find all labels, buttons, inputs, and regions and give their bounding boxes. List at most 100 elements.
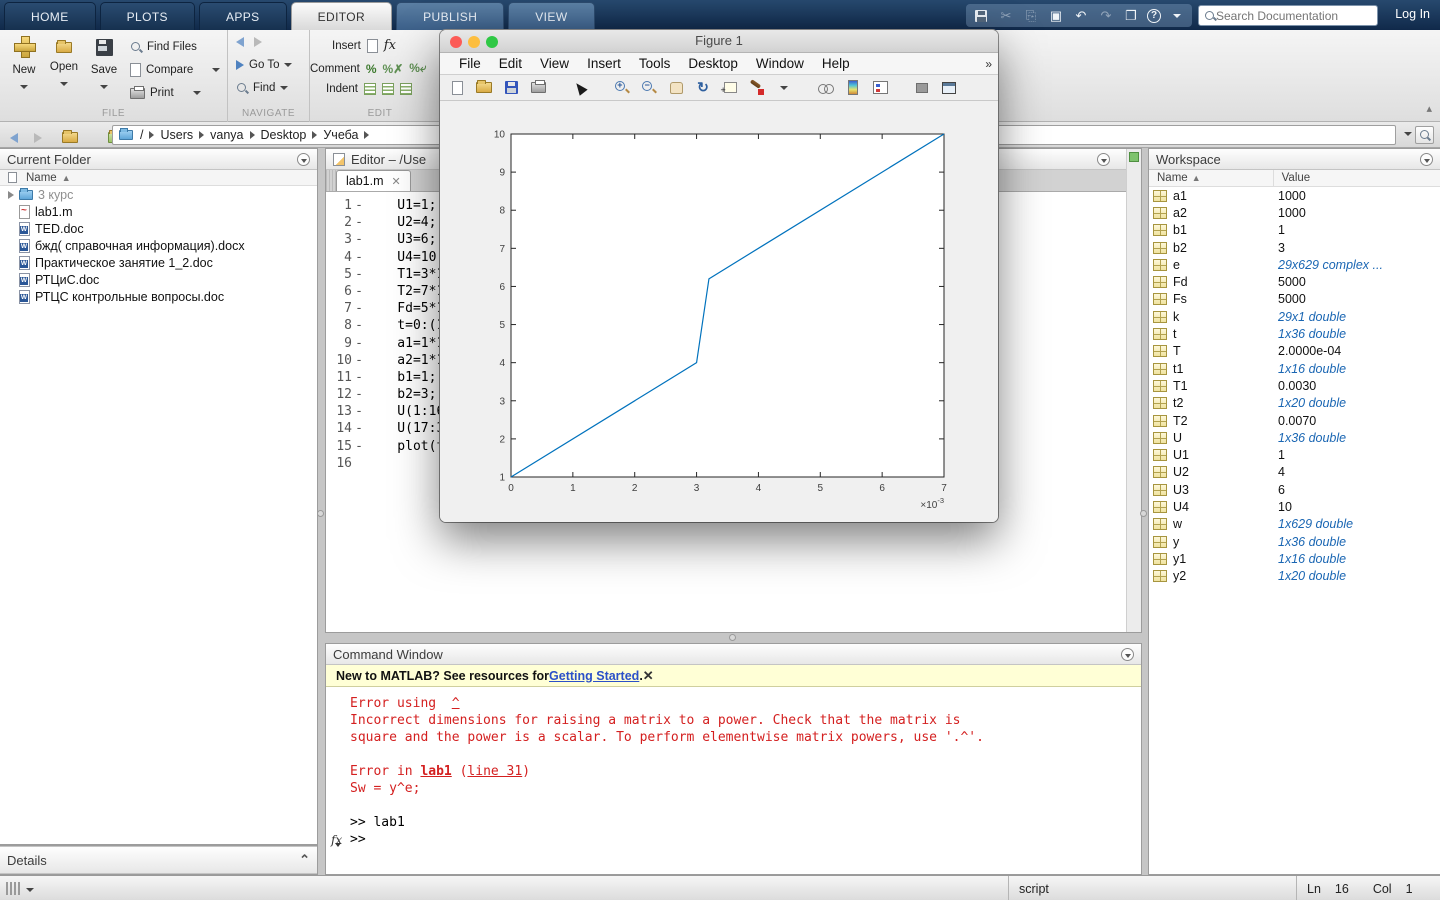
fx-prompt-icon[interactable]: fx bbox=[331, 832, 342, 849]
list-item[interactable]: lab1.m bbox=[0, 203, 317, 220]
banner-close-icon[interactable]: ✕ bbox=[643, 669, 654, 682]
print-button[interactable]: Print bbox=[130, 84, 201, 102]
ws-value-column-header[interactable]: Value bbox=[1273, 170, 1311, 187]
file-type-column-icon[interactable] bbox=[8, 172, 17, 183]
getting-started-link[interactable]: Getting Started bbox=[549, 669, 639, 683]
breadcrumb-segment[interactable]: vanya bbox=[210, 128, 243, 142]
paste-icon[interactable]: ▣ bbox=[1047, 8, 1065, 24]
link-plot-icon[interactable] bbox=[817, 79, 835, 97]
open-dropdown-icon[interactable] bbox=[60, 82, 68, 86]
goto-dropdown-icon[interactable] bbox=[284, 63, 292, 67]
error-link[interactable]: ^ bbox=[452, 696, 460, 711]
redo-icon[interactable]: ↷ bbox=[1097, 8, 1115, 24]
indent-right-icon[interactable] bbox=[382, 83, 394, 95]
table-row[interactable]: w1x629 double bbox=[1149, 516, 1440, 533]
table-row[interactable]: y11x16 double bbox=[1149, 550, 1440, 567]
zoom-window-icon[interactable] bbox=[486, 36, 498, 48]
menu-view[interactable]: View bbox=[531, 56, 578, 71]
tab-view[interactable]: VIEW bbox=[508, 2, 594, 30]
table-row[interactable]: b23 bbox=[1149, 239, 1440, 256]
table-row[interactable]: e29x629 complex ... bbox=[1149, 256, 1440, 273]
error-link[interactable]: lab1 bbox=[420, 764, 451, 779]
print-figure-icon[interactable] bbox=[529, 79, 547, 97]
brush-icon[interactable] bbox=[748, 79, 766, 97]
save-dropdown-icon[interactable] bbox=[100, 85, 108, 89]
table-row[interactable]: U24 bbox=[1149, 464, 1440, 481]
editor-scrollbar[interactable] bbox=[1126, 149, 1141, 632]
list-item[interactable]: 3 курс bbox=[0, 186, 317, 203]
new-dropdown-icon[interactable] bbox=[20, 85, 28, 89]
table-row[interactable]: U36 bbox=[1149, 481, 1440, 498]
goto-button[interactable]: Go To bbox=[236, 59, 292, 71]
insert-legend-icon[interactable] bbox=[871, 79, 889, 97]
expand-icon[interactable] bbox=[8, 191, 14, 199]
path-search-button[interactable] bbox=[1415, 126, 1434, 144]
close-window-icon[interactable] bbox=[450, 36, 462, 48]
search-input[interactable] bbox=[1216, 9, 1366, 23]
print-dropdown-icon[interactable] bbox=[193, 91, 201, 95]
right-splitter-handle[interactable] bbox=[1140, 510, 1147, 517]
undo-icon[interactable]: ↶ bbox=[1072, 8, 1090, 24]
table-row[interactable]: k29x1 double bbox=[1149, 308, 1440, 325]
table-row[interactable]: t1x36 double bbox=[1149, 325, 1440, 342]
forward-icon[interactable] bbox=[254, 37, 262, 47]
table-row[interactable]: t11x16 double bbox=[1149, 360, 1440, 377]
statusbar-grip-dropdown-icon[interactable] bbox=[26, 888, 34, 892]
minimize-window-icon[interactable] bbox=[468, 36, 480, 48]
command-window-menu-icon[interactable] bbox=[1121, 648, 1134, 661]
breadcrumb-segment[interactable]: / bbox=[140, 128, 143, 142]
figure-title-bar[interactable]: Figure 1 bbox=[440, 30, 998, 53]
insert-colorbar-icon[interactable] bbox=[844, 79, 862, 97]
name-column-header[interactable]: Name bbox=[26, 172, 57, 184]
tab-publish[interactable]: PUBLISH bbox=[396, 2, 504, 30]
find-button[interactable]: Find bbox=[236, 82, 288, 94]
menu-desktop[interactable]: Desktop bbox=[679, 56, 747, 71]
save-icon[interactable] bbox=[972, 8, 990, 24]
table-row[interactable]: Fd5000 bbox=[1149, 273, 1440, 290]
figure-window[interactable]: Figure 1 FileEditViewInsertToolsDesktopW… bbox=[440, 30, 998, 522]
back-icon[interactable] bbox=[236, 37, 244, 47]
menu-tools[interactable]: Tools bbox=[630, 56, 680, 71]
collapse-ribbon-button[interactable]: ▴ bbox=[1426, 102, 1432, 115]
smart-indent-icon[interactable] bbox=[364, 83, 376, 95]
list-item[interactable]: РТЦС контрольные вопросы.doc bbox=[0, 288, 317, 305]
save-figure-icon[interactable] bbox=[502, 79, 520, 97]
editor-menu-icon[interactable] bbox=[1097, 153, 1110, 166]
nav-forward-icon[interactable] bbox=[34, 130, 42, 148]
menu-file[interactable]: File bbox=[450, 56, 490, 71]
table-row[interactable]: U410 bbox=[1149, 498, 1440, 515]
breadcrumb-segment[interactable]: Desktop bbox=[261, 128, 307, 142]
error-link[interactable]: line 31 bbox=[467, 764, 522, 779]
save-button[interactable]: Save bbox=[84, 36, 124, 94]
arrow-cursor-icon[interactable] bbox=[571, 79, 589, 97]
menu-insert[interactable]: Insert bbox=[578, 56, 630, 71]
find-files-button[interactable]: Find Files bbox=[130, 38, 197, 56]
nav-back-icon[interactable] bbox=[10, 130, 18, 148]
cut-icon[interactable]: ✂ bbox=[997, 8, 1015, 24]
command-output[interactable]: Error using ^Incorrect dimensions for ra… bbox=[326, 687, 1141, 848]
workspace-menu-icon[interactable] bbox=[1420, 153, 1433, 166]
editor-message-indicator[interactable] bbox=[1129, 152, 1139, 162]
editor-tab-lab1[interactable]: lab1.m ✕ bbox=[336, 170, 411, 191]
menu-window[interactable]: Window bbox=[747, 56, 813, 71]
editor-tab-grip[interactable] bbox=[326, 170, 336, 191]
menu-overflow-icon[interactable]: » bbox=[985, 57, 998, 71]
tab-apps[interactable]: APPS bbox=[199, 2, 287, 30]
editor-tab-close-icon[interactable]: ✕ bbox=[392, 175, 401, 188]
menu-help[interactable]: Help bbox=[813, 56, 859, 71]
ws-name-column-header[interactable]: Name bbox=[1157, 172, 1188, 184]
list-item[interactable]: бжд( справочная информация).docx bbox=[0, 237, 317, 254]
horizontal-splitter-handle[interactable] bbox=[729, 634, 736, 641]
window-switch-icon[interactable]: ❐ bbox=[1122, 8, 1140, 24]
open-file-icon[interactable] bbox=[475, 79, 493, 97]
help-icon[interactable]: ? bbox=[1147, 9, 1161, 23]
zoom-in-icon[interactable] bbox=[613, 79, 631, 97]
breadcrumb-segment[interactable]: Учеба bbox=[323, 128, 358, 142]
documentation-search[interactable] bbox=[1198, 5, 1378, 26]
left-splitter-handle[interactable] bbox=[317, 510, 324, 517]
rotate-3d-icon[interactable]: ↻ bbox=[694, 79, 712, 97]
menu-edit[interactable]: Edit bbox=[490, 56, 531, 71]
tab-plots[interactable]: PLOTS bbox=[100, 2, 195, 30]
table-row[interactable]: Fs5000 bbox=[1149, 291, 1440, 308]
table-row[interactable]: y21x20 double bbox=[1149, 568, 1440, 585]
